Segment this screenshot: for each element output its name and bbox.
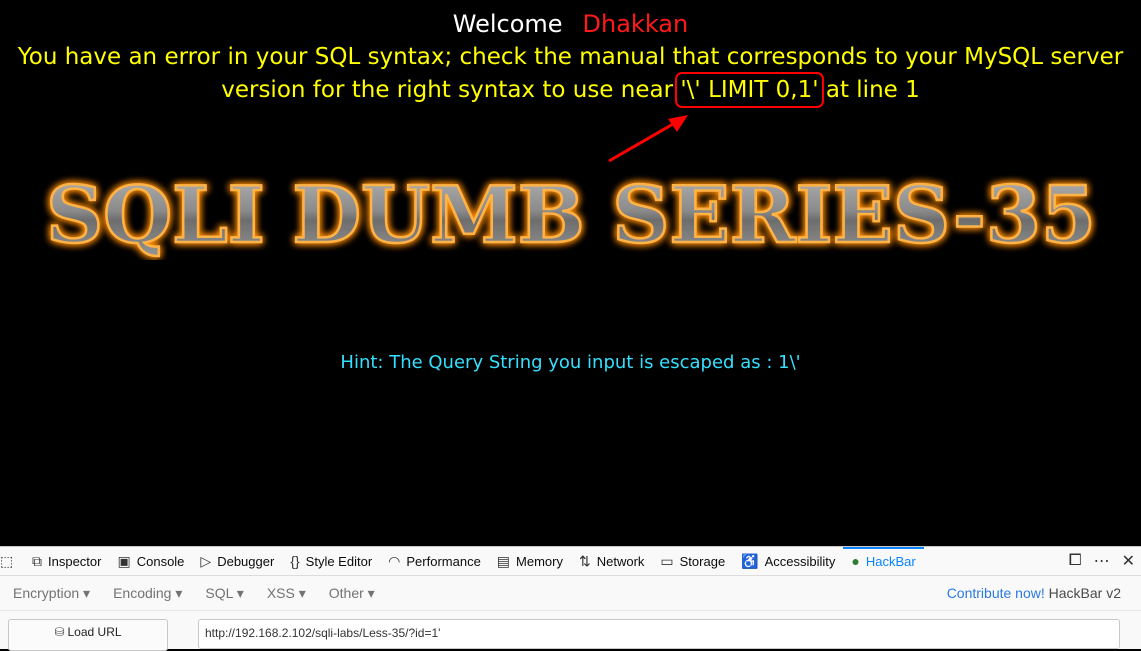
tab-console[interactable]: ▣ Console [109, 547, 192, 575]
url-input[interactable]: http://192.168.2.102/sqli-labs/Less-35/?… [198, 619, 1120, 649]
devtools-controls: ⧠ ⋯ ✕ [1063, 547, 1141, 575]
error-highlight: '\' LIMIT 0,1' [675, 72, 824, 108]
console-icon: ▣ [117, 552, 131, 569]
inspector-icon: ⧉ [32, 552, 42, 569]
tab-hackbar[interactable]: ● HackBar [843, 547, 923, 575]
devtools-panel: ⬚ ⧉ Inspector ▣ Console ▷ Debugger {} Style … [0, 546, 1141, 651]
sqli-page: Welcome Dhakkan You have an error in your… [0, 0, 1141, 546]
network-icon: ⇅ [578, 552, 591, 569]
tab-network[interactable]: ⇅ Network [571, 547, 652, 575]
devtools-toolbar: ⬚ ⧉ Inspector ▣ Console ▷ Debugger {} Style … [0, 547, 1141, 576]
style-editor-icon: {} [290, 553, 300, 569]
menu-encoding[interactable]: Encoding ▾ [100, 585, 192, 602]
hackbar-toolbar: Encryption ▾ Encoding ▾ SQL ▾ XSS ▾ Othe… [0, 576, 1141, 611]
storage-icon: ▭ [660, 552, 674, 569]
dock-toggle-icon[interactable]: ⧠ [1069, 552, 1082, 570]
memory-icon: ▤ [496, 552, 511, 569]
tab-accessibility[interactable]: ♿ Accessibility [733, 547, 843, 575]
welcome-line: Welcome Dhakkan [0, 9, 1141, 39]
banner-text: SQLI DUMB SERIES-35 [46, 170, 1096, 260]
menu-other[interactable]: Other ▾ [316, 585, 385, 602]
hackbar-icon: ● [851, 553, 860, 569]
tab-style-editor[interactable]: {} Style Editor [282, 547, 380, 575]
menu-encryption[interactable]: Encryption ▾ [0, 585, 100, 602]
sql-error-message: You have an error in your SQL syntax; ch… [0, 41, 1141, 108]
contribute-area: Contribute now! HackBar v2 [947, 585, 1121, 601]
menu-sql[interactable]: SQL ▾ [192, 585, 253, 602]
debugger-icon: ▷ [200, 552, 212, 569]
more-options-icon[interactable]: ⋯ [1094, 551, 1110, 571]
accessibility-icon: ♿ [741, 552, 759, 569]
welcome-label: Welcome [452, 10, 563, 38]
menu-xss[interactable]: XSS ▾ [254, 585, 316, 602]
element-picker-icon[interactable]: ⬚ [0, 547, 24, 575]
welcome-name: Dhakkan [582, 10, 689, 38]
close-icon[interactable]: ✕ [1122, 551, 1135, 571]
error-text-part2: at line 1 [818, 77, 920, 103]
error-text-part1: You have an error in your SQL syntax; ch… [17, 44, 1124, 103]
contribute-link[interactable]: Contribute now! [947, 585, 1045, 601]
load-url-button[interactable]: ⛁ Load URL [8, 619, 168, 651]
tab-debugger[interactable]: ▷ Debugger [192, 547, 282, 575]
hackbar-version: HackBar v2 [1048, 585, 1121, 601]
tab-memory[interactable]: ▤ Memory [489, 547, 571, 575]
performance-icon: ◠ [388, 552, 401, 569]
tab-inspector[interactable]: ⧉ Inspector [24, 547, 109, 575]
sqli-banner: SQLI DUMB SERIES-35 [45, 170, 1098, 260]
hint-text: Hint: The Query String you input is esca… [340, 352, 801, 373]
tab-performance[interactable]: ◠ Performance [380, 547, 489, 575]
load-url-icon: ⛁ [54, 625, 65, 639]
tab-storage[interactable]: ▭ Storage [652, 547, 733, 575]
hackbar-url-row: ⛁ Load URL http://192.168.2.102/sqli-labs… [0, 611, 1141, 651]
annotation-arrow-icon [608, 115, 688, 163]
